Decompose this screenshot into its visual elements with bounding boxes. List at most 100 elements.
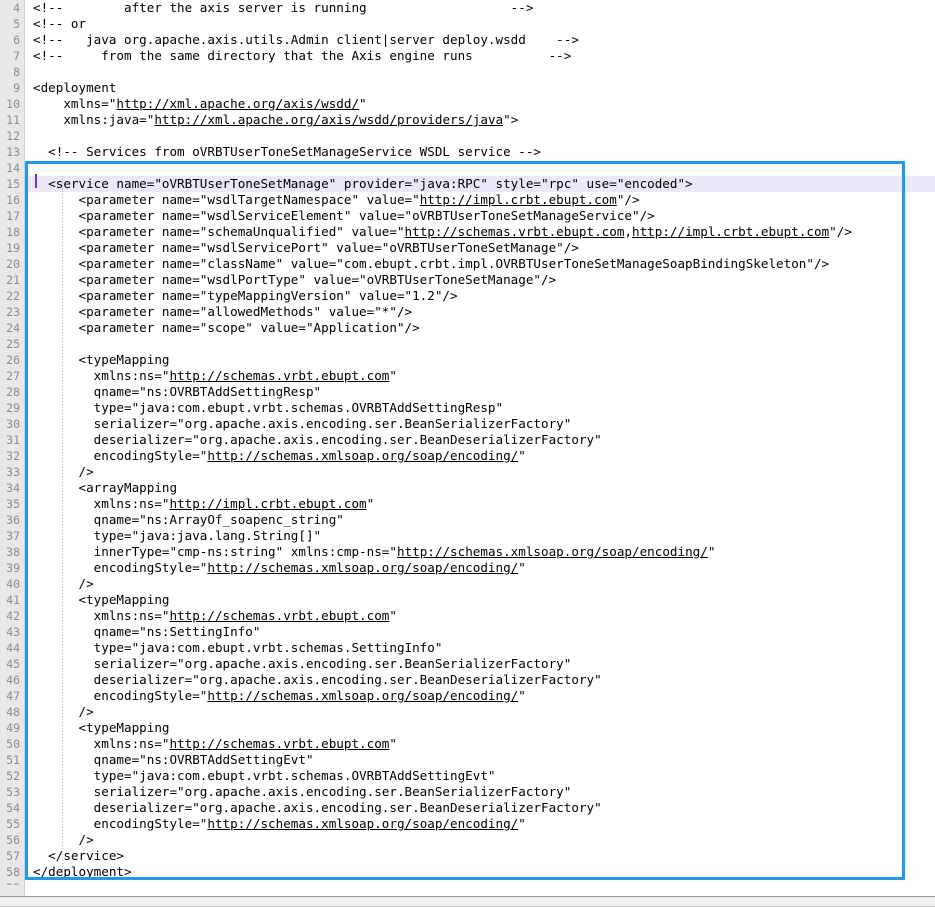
- code-line[interactable]: [26, 880, 935, 896]
- url-link[interactable]: http://schemas.xmlsoap.org/soap/encoding…: [207, 560, 518, 575]
- line-number: 30: [6, 417, 20, 431]
- code-line[interactable]: [26, 128, 935, 144]
- line-number: 58: [6, 865, 20, 879]
- line-number: 28: [6, 385, 20, 399]
- code-line[interactable]: serializer="org.apache.axis.encoding.ser…: [26, 416, 935, 432]
- line-number: 45: [6, 657, 20, 671]
- line-number: 36: [6, 513, 20, 527]
- line-number: 54: [6, 801, 20, 815]
- code-line[interactable]: <parameter name="className" value="com.e…: [26, 256, 935, 272]
- url-link[interactable]: http://schemas.xmlsoap.org/soap/encoding…: [207, 688, 518, 703]
- url-link[interactable]: http://schemas.vrbt.ebupt.com: [169, 736, 389, 751]
- code-line[interactable]: <typeMapping: [26, 592, 935, 608]
- url-link[interactable]: http://schemas.xmlsoap.org/soap/encoding…: [207, 816, 518, 831]
- code-line[interactable]: type="java:java.lang.String[]": [26, 528, 935, 544]
- code-line[interactable]: <!-- java org.apache.axis.utils.Admin cl…: [26, 32, 935, 48]
- code-line[interactable]: xmlns:ns="http://schemas.vrbt.ebupt.com": [26, 736, 935, 752]
- code-line[interactable]: </service>: [26, 848, 935, 864]
- code-line[interactable]: xmlns="http://xml.apache.org/axis/wsdd/": [26, 96, 935, 112]
- line-number: 7: [13, 49, 20, 63]
- code-line[interactable]: <typeMapping: [26, 720, 935, 736]
- url-link[interactable]: http://xml.apache.org/axis/wsdd/: [116, 96, 359, 111]
- url-link[interactable]: http://impl.crbt.ebupt.com: [169, 496, 366, 511]
- line-number: 55: [6, 817, 20, 831]
- code-line[interactable]: <parameter name="typeMappingVersion" val…: [26, 288, 935, 304]
- code-line[interactable]: deserializer="org.apache.axis.encoding.s…: [26, 672, 935, 688]
- line-number: 47: [6, 689, 20, 703]
- line-number: 6: [13, 33, 20, 47]
- code-line[interactable]: </deployment>: [26, 864, 935, 880]
- line-number: 38: [6, 545, 20, 559]
- code-line[interactable]: <!-- from the same directory that the Ax…: [26, 48, 935, 64]
- url-link[interactable]: http://schemas.xmlsoap.org/soap/encoding…: [397, 544, 708, 559]
- url-link[interactable]: http://impl.crbt.ebupt.com: [420, 192, 617, 207]
- code-line[interactable]: type="java:com.ebupt.vrbt.schemas.OVRBTA…: [26, 400, 935, 416]
- code-line[interactable]: <parameter name="wsdlTargetNamespace" va…: [26, 192, 935, 208]
- code-line[interactable]: <typeMapping: [26, 352, 935, 368]
- code-line[interactable]: qname="ns:SettingInfo": [26, 624, 935, 640]
- xml-source-editor[interactable]: 4 5 6 7 8 9 10 11 12 13 14 15 16 17 18 19 20 21 22 23 24 25 26…: [0, 0, 935, 907]
- code-line[interactable]: xmlns:java="http://xml.apache.org/axis/w…: [26, 112, 935, 128]
- code-line[interactable]: <parameter name="wsdlPortType" value="oV…: [26, 272, 935, 288]
- url-link[interactable]: http://schemas.xmlsoap.org/soap/encoding…: [207, 448, 518, 463]
- code-line[interactable]: encodingStyle="http://schemas.xmlsoap.or…: [26, 448, 935, 464]
- code-line[interactable]: encodingStyle="http://schemas.xmlsoap.or…: [26, 560, 935, 576]
- horizontal-scrollbar[interactable]: [0, 896, 935, 907]
- code-content-area[interactable]: <!-- after the axis server is running --…: [26, 0, 935, 896]
- line-number: 29: [6, 401, 20, 415]
- line-number: 57: [6, 849, 20, 863]
- code-line[interactable]: />: [26, 704, 935, 720]
- code-line[interactable]: <parameter name="allowedMethods" value="…: [26, 304, 935, 320]
- code-line[interactable]: encodingStyle="http://schemas.xmlsoap.or…: [26, 816, 935, 832]
- code-line[interactable]: [26, 336, 935, 352]
- line-number: 20: [6, 257, 20, 271]
- line-number: 46: [6, 673, 20, 687]
- line-number: 53: [6, 785, 20, 799]
- code-line[interactable]: />: [26, 464, 935, 480]
- code-line[interactable]: />: [26, 832, 935, 848]
- code-line[interactable]: [26, 160, 935, 176]
- url-link[interactable]: http://xml.apache.org/axis/wsdd/provider…: [154, 112, 503, 127]
- code-line[interactable]: <parameter name="schemaUnqualified" valu…: [26, 224, 935, 240]
- url-link[interactable]: http://schemas.vrbt.ebupt.com: [405, 224, 625, 239]
- code-line[interactable]: <parameter name="wsdlServiceElement" val…: [26, 208, 935, 224]
- code-line[interactable]: <parameter name="wsdlServicePort" value=…: [26, 240, 935, 256]
- line-number: 12: [6, 129, 20, 143]
- code-line[interactable]: qname="ns:OVRBTAddSettingEvt": [26, 752, 935, 768]
- line-number: 34: [6, 481, 20, 495]
- code-line[interactable]: <arrayMapping: [26, 480, 935, 496]
- code-line[interactable]: serializer="org.apache.axis.encoding.ser…: [26, 784, 935, 800]
- line-number: 19: [6, 241, 20, 255]
- line-number: 39: [6, 561, 20, 575]
- code-line[interactable]: />: [26, 576, 935, 592]
- url-link[interactable]: http://schemas.vrbt.ebupt.com: [169, 608, 389, 623]
- code-line[interactable]: <!-- after the axis server is running --…: [26, 0, 935, 16]
- url-link[interactable]: http://schemas.vrbt.ebupt.com: [169, 368, 389, 383]
- code-line[interactable]: type="java:com.ebupt.vrbt.schemas.Settin…: [26, 640, 935, 656]
- code-line[interactable]: deserializer="org.apache.axis.encoding.s…: [26, 800, 935, 816]
- code-line[interactable]: <!-- Services from oVRBTUserToneSetManag…: [26, 144, 935, 160]
- code-line[interactable]: qname="ns:ArrayOf_soapenc_string": [26, 512, 935, 528]
- code-line[interactable]: <parameter name="scope" value="Applicati…: [26, 320, 935, 336]
- line-number: 37: [6, 529, 20, 543]
- code-line[interactable]: xmlns:ns="http://impl.crbt.ebupt.com": [26, 496, 935, 512]
- code-line[interactable]: deserializer="org.apache.axis.encoding.s…: [26, 432, 935, 448]
- line-number: 14: [6, 161, 20, 175]
- line-number: 9: [13, 81, 20, 95]
- code-line[interactable]: innerType="cmp-ns:string" xmlns:cmp-ns="…: [26, 544, 935, 560]
- line-number: 16: [6, 193, 20, 207]
- code-line[interactable]: <service name="oVRBTUserToneSetManage" p…: [26, 176, 935, 192]
- code-line[interactable]: encodingStyle="http://schemas.xmlsoap.or…: [26, 688, 935, 704]
- line-number-gutter[interactable]: 4 5 6 7 8 9 10 11 12 13 14 15 16 17 18 19 20 21 22 23 24 25 26…: [0, 0, 25, 896]
- line-number: 42: [6, 609, 20, 623]
- code-line[interactable]: type="java:com.ebupt.vrbt.schemas.OVRBTA…: [26, 768, 935, 784]
- code-line[interactable]: [26, 64, 935, 80]
- code-line[interactable]: <!-- or: [26, 16, 935, 32]
- code-line[interactable]: serializer="org.apache.axis.encoding.ser…: [26, 656, 935, 672]
- line-number: 50: [6, 737, 20, 751]
- code-line[interactable]: xmlns:ns="http://schemas.vrbt.ebupt.com": [26, 608, 935, 624]
- code-line[interactable]: <deployment: [26, 80, 935, 96]
- url-link[interactable]: http://impl.crbt.ebupt.com: [632, 224, 829, 239]
- code-line[interactable]: xmlns:ns="http://schemas.vrbt.ebupt.com": [26, 368, 935, 384]
- code-line[interactable]: qname="ns:OVRBTAddSettingResp": [26, 384, 935, 400]
